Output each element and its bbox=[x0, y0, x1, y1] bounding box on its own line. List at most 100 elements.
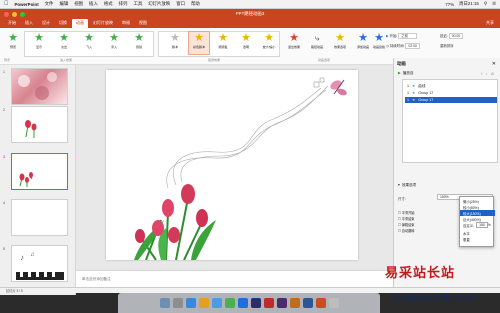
duration-field[interactable]: ◷ 持续时间: 02.00 bbox=[386, 43, 420, 49]
delay-field[interactable]: 延迟: 00.00 bbox=[440, 33, 464, 39]
play-icon: ▶ bbox=[398, 71, 401, 75]
effect-fade[interactable]: ★ 淡出 bbox=[53, 32, 75, 49]
slide-count: 幻灯片 3 / 5 bbox=[6, 289, 23, 293]
arrow-down-icon[interactable]: ↓ bbox=[486, 71, 488, 76]
effect-options-button[interactable]: ★ 效果选项 bbox=[329, 32, 351, 49]
slide-thumbnail-5[interactable]: ♪ ♫ bbox=[11, 245, 68, 282]
wechat-icon[interactable] bbox=[224, 298, 235, 308]
premiere-icon[interactable] bbox=[276, 298, 287, 308]
star-icon: ★ bbox=[59, 32, 69, 44]
current-slide[interactable] bbox=[106, 70, 358, 261]
finder-icon[interactable] bbox=[159, 298, 170, 308]
delay-value[interactable]: 00.00 bbox=[448, 33, 464, 39]
menu-help[interactable]: 帮助 bbox=[191, 1, 200, 7]
size-dropdown: 微小(25%) 较小(50%) 较大(150%) 巨大(400%) 自定义: 1… bbox=[459, 196, 495, 247]
size-option-custom[interactable]: 自定义: 150 % bbox=[460, 222, 495, 228]
effect-split[interactable]: ★ 劈裂 bbox=[128, 32, 150, 49]
menu-slideshow[interactable]: 幻灯片放映 bbox=[148, 1, 170, 7]
effect-fly-in[interactable]: ★ 飞入 bbox=[78, 32, 100, 49]
tab-transitions[interactable]: 切换 bbox=[55, 19, 71, 28]
path-end-marker[interactable] bbox=[319, 77, 325, 83]
tulip-bouquet[interactable] bbox=[134, 184, 216, 261]
star-icon: ★ bbox=[34, 32, 44, 44]
exit-effects-button[interactable]: ★ 退出效果 bbox=[283, 32, 305, 49]
tab-design[interactable]: 设计 bbox=[38, 19, 54, 28]
button-label: 路径动画 bbox=[310, 45, 323, 49]
effect-color-pulse[interactable]: ★ 彩色脉冲 bbox=[188, 31, 210, 55]
menu-icon[interactable]: ☰ bbox=[492, 1, 496, 7]
illustrator-icon[interactable] bbox=[289, 298, 300, 308]
list-item[interactable]: 1 ★ 曲线 bbox=[405, 83, 497, 89]
effect-label: 飞入 bbox=[85, 45, 92, 49]
effect-transparency[interactable]: ★ 透明 bbox=[235, 32, 257, 49]
qq-icon[interactable] bbox=[211, 298, 222, 308]
check-label: 自动翻转 bbox=[401, 229, 415, 233]
size-option-vertical[interactable]: 垂直 bbox=[460, 236, 495, 242]
effect-appear[interactable]: ★ 显示 bbox=[28, 32, 50, 49]
trash-icon[interactable] bbox=[328, 298, 339, 308]
slide-thumbnail-1[interactable] bbox=[11, 68, 68, 105]
path-start-marker[interactable] bbox=[313, 81, 320, 88]
menu-format[interactable]: 格式 bbox=[104, 1, 113, 7]
menu-arrange[interactable]: 排列 bbox=[119, 1, 128, 7]
animation-pane: 动画 ✕ ▶ 播放自 ↑ ↓ ⊘ 1 ★ 曲线 1 ★ Group 17 1 ★… bbox=[393, 58, 500, 287]
appstore-icon[interactable] bbox=[237, 298, 248, 308]
apple-icon[interactable]:  bbox=[4, 1, 9, 7]
share-button[interactable]: 共享 bbox=[486, 20, 494, 26]
reorder-field[interactable]: 重新排序 bbox=[440, 43, 454, 48]
tab-slideshow[interactable]: 幻灯片放映 bbox=[89, 19, 117, 28]
effect-grow-shrink[interactable]: ★ 放大/缩小 bbox=[258, 32, 280, 49]
effect-options-header[interactable]: ▾ 效果选项 bbox=[398, 183, 416, 188]
launchpad-icon[interactable] bbox=[172, 298, 183, 308]
star-icon: ★ bbox=[218, 32, 228, 44]
tab-animations[interactable]: 动画 bbox=[72, 19, 88, 28]
button-label: 效果选项 bbox=[333, 45, 346, 49]
tab-home[interactable]: 开始 bbox=[4, 19, 20, 28]
word-icon[interactable] bbox=[302, 298, 313, 308]
star-icon: ★ bbox=[170, 32, 180, 44]
slide-thumbnail-2[interactable] bbox=[11, 106, 68, 143]
menu-file[interactable]: 文件 bbox=[45, 1, 54, 7]
motion-paths-button[interactable]: ⤷ 路径动画 bbox=[306, 32, 328, 49]
preview-button[interactable]: ★ 预览 bbox=[2, 32, 24, 49]
arrow-up-icon[interactable]: ↑ bbox=[481, 71, 483, 76]
slide-thumbnail-3[interactable] bbox=[11, 153, 68, 190]
safari-icon[interactable] bbox=[185, 298, 196, 308]
list-item[interactable]: 1 ★ Group 17 bbox=[405, 90, 497, 96]
menu-edit[interactable]: 编辑 bbox=[59, 1, 68, 7]
delete-icon[interactable]: ⊘ bbox=[491, 71, 494, 76]
duration-value[interactable]: 02.00 bbox=[405, 43, 420, 49]
acrobat-icon[interactable] bbox=[263, 298, 274, 308]
photos-icon[interactable] bbox=[198, 298, 209, 308]
start-field[interactable]: ▶ 开始: 之前 bbox=[386, 33, 418, 39]
battery-percent: 77% bbox=[445, 1, 455, 7]
slide-thumbnail-4[interactable] bbox=[11, 199, 68, 236]
close-icon[interactable]: ✕ bbox=[492, 61, 496, 67]
check-label: 平滑开始 bbox=[401, 211, 415, 215]
button-label: 退出效果 bbox=[287, 45, 300, 49]
tab-insert[interactable]: 插入 bbox=[21, 19, 37, 28]
menu-window[interactable]: 窗口 bbox=[176, 1, 185, 7]
app-menu[interactable]: PowerPoint bbox=[15, 2, 39, 7]
menu-view[interactable]: 视图 bbox=[74, 1, 83, 7]
tab-view[interactable]: 视图 bbox=[135, 19, 151, 28]
butterfly-icon[interactable] bbox=[329, 79, 348, 97]
tab-review[interactable]: 审阅 bbox=[118, 19, 134, 28]
effect-pulse[interactable]: ★ 脉冲 bbox=[164, 32, 186, 49]
effect-teeter[interactable]: ★ 跷跷板 bbox=[212, 32, 234, 49]
powerpoint-icon[interactable] bbox=[315, 298, 326, 308]
photoshop-icon[interactable] bbox=[250, 298, 261, 308]
effect-label: 脉冲 bbox=[171, 45, 178, 49]
play-from-label: 播放自 bbox=[402, 71, 414, 75]
menu-insert[interactable]: 插入 bbox=[89, 1, 98, 7]
ribbon-tabs: 开始 插入 设计 切换 动画 幻灯片放映 审阅 视图 共享 bbox=[0, 19, 500, 28]
checkbox-auto-reverse[interactable]: ☐ 自动翻转 bbox=[398, 228, 415, 234]
notes-pane[interactable]: 单击此处添加备注 bbox=[76, 270, 393, 287]
effect-float-in[interactable]: ★ 浮入 bbox=[103, 32, 125, 49]
start-value[interactable]: 之前 bbox=[398, 33, 418, 39]
search-icon[interactable]: ⚲ bbox=[484, 1, 487, 7]
play-from-button[interactable]: ▶ 播放自 bbox=[398, 71, 414, 76]
menu-tools[interactable]: 工具 bbox=[133, 1, 142, 7]
list-item-selected[interactable]: 1 ★ Group 17 bbox=[405, 97, 497, 103]
custom-input[interactable]: 150 bbox=[476, 222, 488, 228]
